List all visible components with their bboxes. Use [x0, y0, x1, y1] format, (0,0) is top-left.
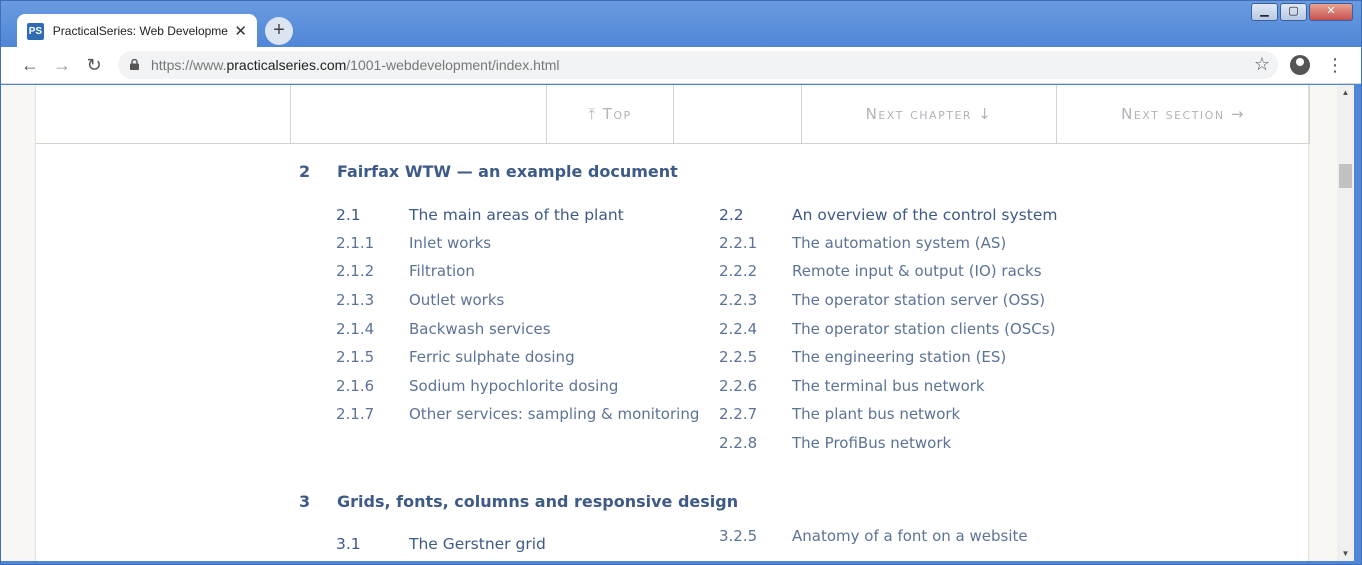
nav-spacer	[290, 85, 546, 143]
page-viewport: ⤒ Top Next chapter ↓ Next section → 2 Fa…	[1, 85, 1337, 561]
toc-link[interactable]: The plant bus network	[792, 405, 960, 423]
next-section-link[interactable]: Next section →	[1056, 85, 1310, 143]
toc-number: 2.1.3	[336, 291, 375, 309]
toc-number: 3.2.5	[719, 527, 758, 545]
toc-number: 2.1.7	[336, 405, 375, 423]
toc-number: 2.2.1	[719, 234, 758, 252]
toc-link[interactable]: Outlet works	[409, 291, 504, 309]
chapter-title[interactable]: Grids, fonts, columns and responsive des…	[337, 492, 738, 511]
maximize-button[interactable]: ▢	[1280, 3, 1307, 21]
toc-link[interactable]: The operator station server (OSS)	[792, 291, 1045, 309]
menu-icon[interactable]: ⋮	[1326, 53, 1344, 77]
next-chapter-link[interactable]: Next chapter ↓	[801, 85, 1056, 143]
toc-link[interactable]: The engineering station (ES)	[792, 348, 1006, 366]
toc-link[interactable]: The automation system (AS)	[792, 234, 1006, 252]
toc-link[interactable]: Inlet works	[409, 234, 491, 252]
toc-number: 2.1.5	[336, 348, 375, 366]
chapter-number: 2	[299, 162, 311, 181]
toc-number: 2.2.6	[719, 377, 758, 395]
vertical-scrollbar[interactable]: ▲ ▼	[1337, 85, 1354, 561]
chapter-navigation: ⤒ Top Next chapter ↓ Next section →	[36, 85, 1310, 144]
toc-number: 2.2.5	[719, 348, 758, 366]
browser-toolbar: ← → ↻ https://www.practicalseries.com/10…	[1, 47, 1361, 84]
tab-close-icon[interactable]: ✕	[234, 24, 247, 39]
toc-link[interactable]: Filtration	[409, 262, 475, 280]
toc-link[interactable]: Sodium hypochlorite dosing	[409, 377, 618, 395]
toc-number: 2.1.1	[336, 234, 375, 252]
toc-link[interactable]: Other services: sampling & monitoring	[409, 405, 699, 423]
toc-link[interactable]: The main areas of the plant	[409, 206, 624, 224]
scroll-down-icon[interactable]: ▼	[1337, 546, 1354, 561]
toc-number: 2.1	[336, 206, 361, 224]
profile-icon[interactable]	[1290, 55, 1310, 75]
toc-number: 2.2.8	[719, 434, 758, 452]
reload-icon[interactable]: ↻	[82, 54, 106, 78]
chapter-title[interactable]: Fairfax WTW — an example document	[337, 162, 678, 181]
close-button[interactable]: ✕	[1309, 3, 1353, 21]
scroll-up-icon[interactable]: ▲	[1337, 85, 1354, 100]
toc-link[interactable]: Backwash services	[409, 320, 551, 338]
forward-icon[interactable]: →	[50, 54, 74, 78]
window-controls: ▁ ▢ ✕	[1251, 3, 1353, 21]
minimize-button[interactable]: ▁	[1251, 3, 1278, 21]
toc-link[interactable]: The terminal bus network	[792, 377, 985, 395]
scrollbar-thumb[interactable]	[1339, 164, 1352, 188]
star-icon[interactable]: ☆	[1254, 54, 1270, 75]
toc-link[interactable]: The Gerstner grid	[409, 535, 546, 553]
page-sheet: ⤒ Top Next chapter ↓ Next section →	[35, 85, 1310, 561]
toc-number: 3.1	[336, 535, 361, 553]
toc-number: 2.1.2	[336, 262, 375, 280]
url-text: https://www.practicalseries.com/1001-web…	[151, 57, 560, 73]
toc-link[interactable]: An overview of the control system	[792, 206, 1057, 224]
toc-number: 2.2.7	[719, 405, 758, 423]
nav-blank-cell	[673, 85, 801, 143]
tab-favicon-icon: PS	[27, 22, 44, 40]
back-icon[interactable]: ←	[18, 54, 42, 78]
toc-number: 2.2.2	[719, 262, 758, 280]
toc-number: 2.2	[719, 206, 744, 224]
toc-number: 2.1.6	[336, 377, 375, 395]
tab-title: PracticalSeries: Web Developmen	[52, 24, 229, 38]
lock-icon	[130, 59, 139, 70]
browser-tab[interactable]: PS PracticalSeries: Web Developmen ✕	[17, 14, 257, 48]
toc-link[interactable]: Ferric sulphate dosing	[409, 348, 575, 366]
top-link[interactable]: ⤒ Top	[546, 85, 673, 143]
toc-link[interactable]: Anatomy of a font on a website	[792, 527, 1028, 545]
address-bar[interactable]: https://www.practicalseries.com/1001-web…	[118, 51, 1278, 79]
toc-link[interactable]: The ProfiBus network	[792, 434, 951, 452]
toc-number: 2.1.4	[336, 320, 375, 338]
toc-link[interactable]: Remote input & output (IO) racks	[792, 262, 1042, 280]
toc-number: 2.2.4	[719, 320, 758, 338]
toc-link[interactable]: The operator station clients (OSCs)	[792, 320, 1055, 338]
title-bar: PS PracticalSeries: Web Developmen ✕ + ▁…	[1, 1, 1361, 48]
new-tab-button[interactable]: +	[265, 17, 293, 45]
toc-number: 2.2.3	[719, 291, 758, 309]
chapter-number: 3	[299, 492, 311, 511]
